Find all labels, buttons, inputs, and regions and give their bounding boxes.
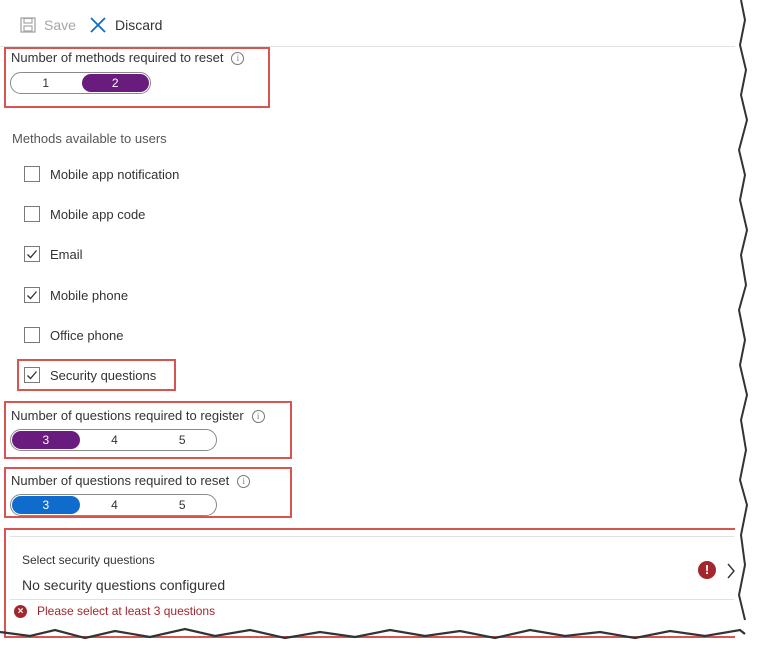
toggle-option-5[interactable]: 5 [149,496,215,514]
select-security-questions-title: Select security questions [22,553,155,567]
toggle-option-label: 4 [111,433,118,447]
error-circle-icon: × [14,604,27,618]
methods-required-label-text: Number of methods required to reset [11,50,224,65]
questions-register-label: Number of questions required to register… [11,408,265,423]
toggle-option-3-selected[interactable]: 3 [12,496,80,514]
floppy-disk-icon [20,17,36,33]
checkmark-icon [27,250,37,259]
discard-button[interactable]: Discard [89,14,162,36]
toggle-option-5[interactable]: 5 [149,431,215,449]
alert-icon: ! [698,561,716,579]
method-mobile-app-code[interactable]: Mobile app code [24,204,145,224]
command-bar: Save Discard [0,0,740,47]
methods-required-toggle[interactable]: 1 2 [10,72,151,94]
select-security-questions-section: Select security questions No security qu… [4,528,738,638]
save-label: Save [44,17,76,33]
questions-reset-label-text: Number of questions required to reset [11,473,230,488]
toggle-option-3-selected[interactable]: 3 [12,431,80,449]
toggle-option-label: 1 [42,76,50,90]
methods-caption: Methods available to users [12,131,167,146]
toggle-option-2-selected[interactable]: 2 [81,74,149,92]
method-mobile-phone[interactable]: Mobile phone [24,285,128,305]
security-questions-value: No security questions configured [22,577,226,593]
toggle-option-label: 5 [178,498,186,512]
checkbox-checked[interactable] [24,287,40,303]
checkmark-icon [27,371,37,380]
error-message: Please select at least 3 questions [37,604,216,618]
checkbox[interactable] [24,166,40,182]
questions-reset-toggle[interactable]: 3 4 5 [10,494,217,516]
toggle-option-4[interactable]: 4 [82,431,148,449]
method-label: Mobile app notification [50,166,180,182]
validation-error: × Please select at least 3 questions [14,604,215,618]
save-button[interactable]: Save [20,14,76,36]
method-label: Security questions [50,367,157,383]
close-x-icon [90,17,106,33]
discard-label: Discard [115,17,163,33]
toggle-option-4[interactable]: 4 [82,496,148,514]
info-icon[interactable]: i [237,475,251,488]
method-mobile-app-notification[interactable]: Mobile app notification [24,164,179,184]
checkmark-icon [27,291,37,300]
method-label: Mobile app code [50,206,146,222]
method-label: Email [50,246,83,262]
method-label: Mobile phone [50,287,129,303]
checkbox[interactable] [24,206,40,222]
toggle-option-1[interactable]: 1 [12,74,80,92]
toggle-option-label: 3 [42,498,50,512]
method-email[interactable]: Email [24,244,83,264]
methods-required-label: Number of methods required to reset i [11,50,245,65]
checkbox-checked[interactable] [24,367,40,383]
checkbox[interactable] [24,327,40,343]
select-security-questions-row[interactable]: Select security questions No security qu… [10,536,735,600]
method-office-phone[interactable]: Office phone [24,325,123,345]
checkbox-checked[interactable] [24,246,40,262]
sspr-authentication-panel: Save Discard Number of methods required … [0,0,740,638]
toggle-option-label: 4 [111,498,118,512]
toggle-option-label: 5 [178,433,186,447]
info-icon[interactable]: i [251,410,265,423]
questions-register-toggle[interactable]: 3 4 5 [10,429,217,451]
method-label: Office phone [50,327,124,343]
toggle-option-label: 2 [111,76,119,90]
torn-edge-right [735,0,768,662]
info-icon[interactable]: i [231,52,245,65]
questions-reset-label: Number of questions required to reset i [11,473,251,488]
torn-edge-bottom [0,627,746,640]
method-security-questions[interactable]: Security questions [24,365,156,385]
toggle-option-label: 3 [42,433,50,447]
questions-register-label-text: Number of questions required to register [11,408,244,423]
